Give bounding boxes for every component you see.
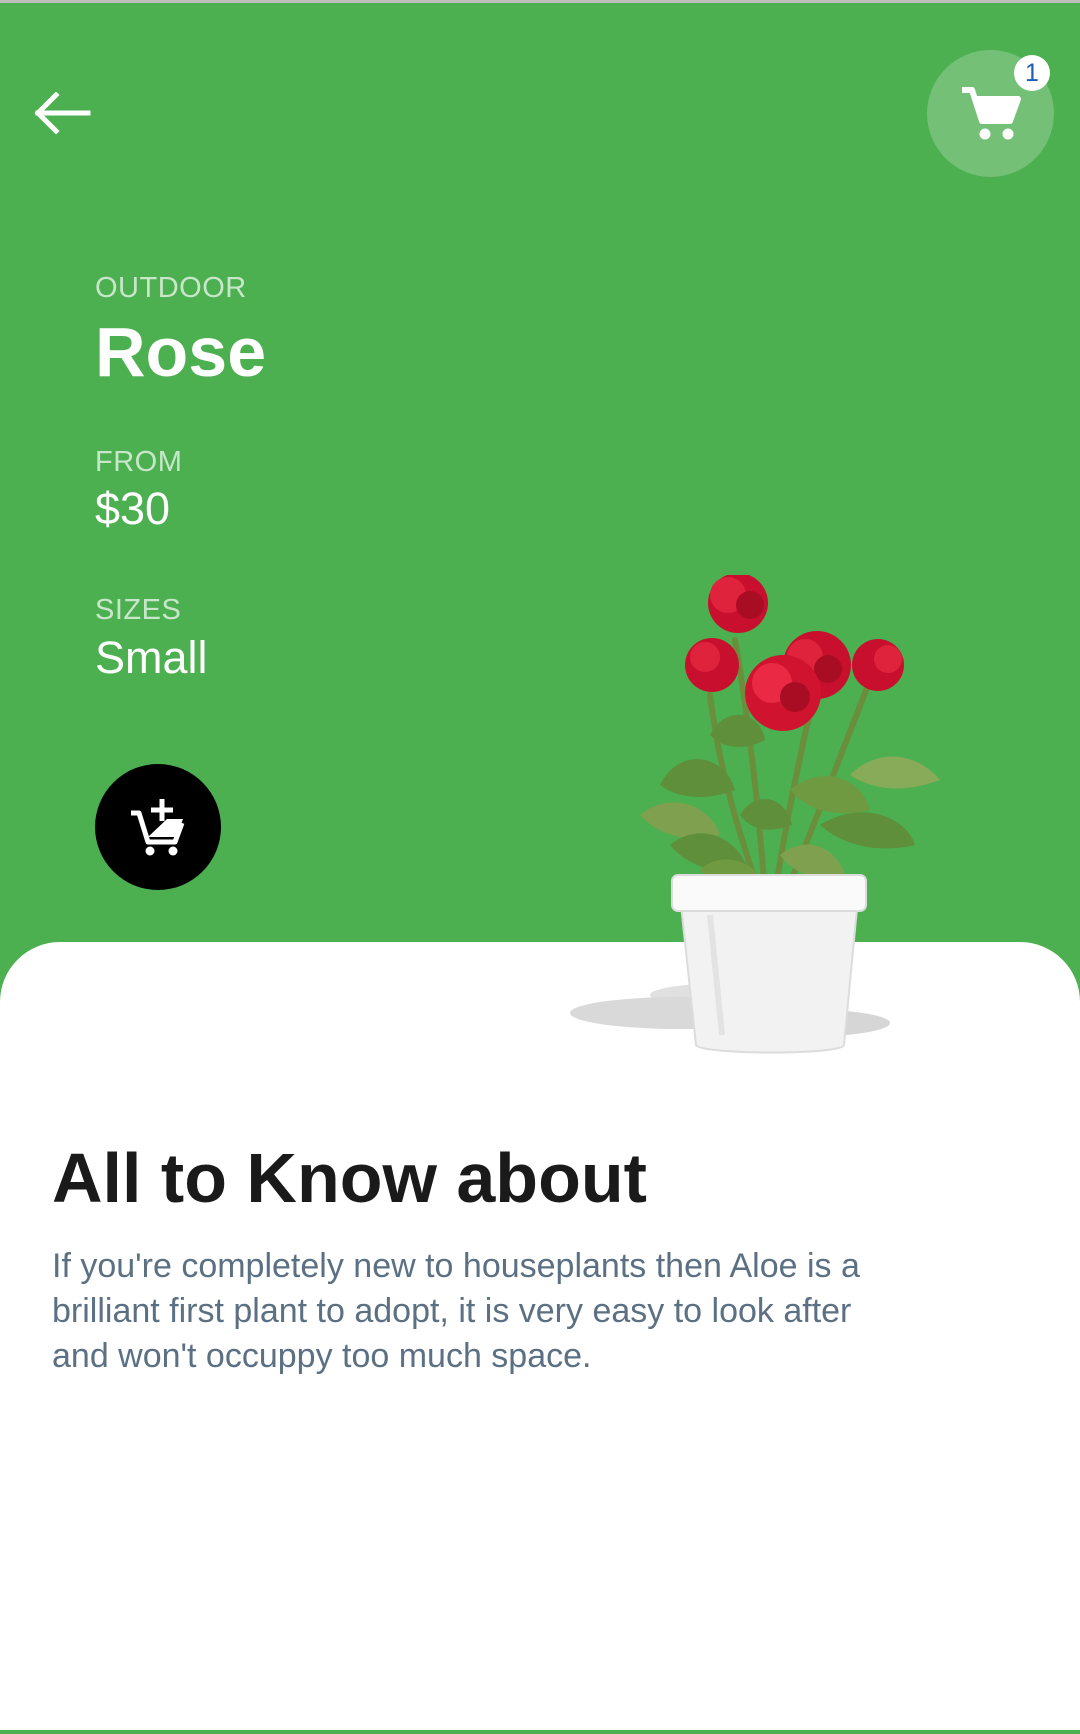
about-title: All to Know about <box>52 1139 647 1217</box>
add-to-cart-button[interactable] <box>95 764 221 890</box>
category-label: OUTDOOR <box>95 272 247 304</box>
sizes-label: SIZES <box>95 594 182 626</box>
plant-image <box>570 575 940 1054</box>
arrow-left-icon <box>34 92 91 134</box>
bottom-divider <box>0 1730 1080 1734</box>
about-description: If you're completely new to houseplants … <box>52 1247 860 1375</box>
back-button[interactable] <box>28 80 98 146</box>
size-value: Small <box>95 632 208 683</box>
product-price: $30 <box>95 483 171 534</box>
cart-count-badge: 1 <box>1014 55 1050 91</box>
product-name: Rose <box>95 313 267 391</box>
product-detail-screen: 1 OUTDOOR Rose FROM $30 SIZES Small All … <box>0 0 1080 1734</box>
price-label: FROM <box>95 446 183 478</box>
add-shopping-cart-icon <box>131 799 185 856</box>
shopping-cart-icon <box>961 86 1021 139</box>
